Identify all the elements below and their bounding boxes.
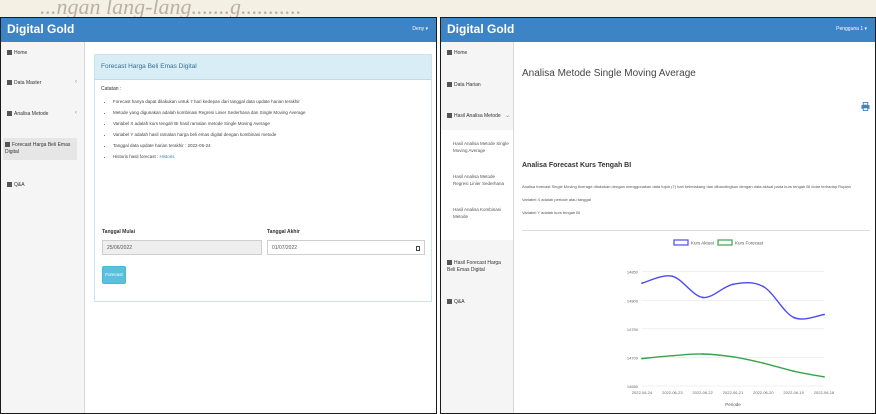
user-menu[interactable]: Deny ▾ (412, 26, 428, 32)
line-chart: 14650 14700 14750 14800 14850 2022-06-24 2022-… (627, 239, 835, 407)
sidebar-item-data-master[interactable]: Data Master (7, 80, 41, 87)
sidebar-item-home[interactable]: Home (447, 50, 467, 57)
legend-label: Kurs Aktual (691, 241, 714, 246)
data-point (732, 283, 734, 286)
list-item: Variabel Y adalah hasil ramalan harga be… (113, 131, 306, 142)
edit-icon (447, 82, 452, 88)
forecast-panel: Forecast Harga Beli Emas Digital Catatan… (94, 54, 432, 302)
y-tick-label: 14750 (627, 327, 639, 332)
panel-title: Forecast Harga Beli Emas Digital (95, 55, 431, 80)
history-link[interactable]: Historis (160, 154, 175, 159)
sidebar-submenu: Hasil Analisa Metode Single Moving Avera… (441, 130, 513, 240)
y-tick-label: 14850 (627, 270, 639, 275)
data-point (671, 354, 674, 357)
file-icon (7, 111, 12, 117)
description-line: Variabel X adalah periode atau tanggal (522, 197, 591, 202)
sidebar-item-hasil-analisa[interactable]: Hasil Analisa Metode (447, 113, 501, 120)
data-point (762, 285, 765, 288)
description-line: Variabel Y adalah kurs tengah BI (522, 210, 581, 215)
list-item: Forecast hanya dapat dilakukan untuk 7 h… (113, 98, 306, 109)
x-tick-label: 2022-06-18 (814, 390, 835, 395)
sidebar-item-forecast[interactable]: Forecast Harga Beli Emas Digital (3, 138, 77, 160)
x-axis-label: Periode (725, 402, 741, 407)
caption-strip: ...ngan lang-lang.......g........... (0, 0, 876, 18)
chevron-left-icon: ‹ (75, 110, 77, 116)
right-screenshot: Digital Gold Pengguna 1 ▾ Home Data Hari… (440, 17, 876, 414)
chevron-left-icon: ‹ (75, 79, 77, 85)
data-point (701, 296, 704, 299)
y-tick-label: 14650 (627, 384, 639, 389)
data-point (823, 375, 825, 378)
app-title[interactable]: Digital Gold (7, 22, 74, 36)
x-tick-label: 2022-06-23 (662, 390, 683, 395)
data-point (641, 357, 643, 360)
list-item: Metode yang digunakan adalah kombinasi R… (113, 109, 306, 120)
sidebar: Home Data Harian Hasil Analisa Metode ⌄ … (441, 42, 514, 413)
legend-label: Kurs Forecast (735, 241, 764, 246)
question-icon (447, 299, 452, 305)
chart-icon (5, 142, 10, 148)
section-title: Analisa Forecast Kurs Tengah BI (522, 162, 632, 169)
calendar-icon (416, 246, 420, 251)
divider (522, 230, 870, 231)
navbar: Digital Gold Pengguna 1 ▾ (441, 18, 875, 42)
x-tick-label: 2022-06-22 (692, 390, 713, 395)
tanggal-akhir-label: Tanggal Akhir (267, 229, 300, 235)
chevron-down-icon: ⌄ (505, 113, 511, 119)
tanggal-mulai-label: Tanggal Mulai (102, 229, 135, 235)
analysis-section: Analisa Forecast Kurs Tengah BI Analisa … (514, 144, 875, 413)
x-tick-label: 2022-06-21 (723, 390, 744, 395)
description-line: Analisa forecast Single Moving Average d… (522, 184, 851, 189)
notes-list: Forecast hanya dapat dilakukan untuk 7 h… (107, 98, 306, 164)
sidebar-subitem-regresi[interactable]: Hasil Analisa Metode Regresi Linier Sede… (453, 173, 509, 187)
home-icon (7, 50, 12, 56)
data-point (641, 282, 643, 285)
sidebar-item-data-harian[interactable]: Data Harian (447, 82, 481, 89)
list-item: Variabel X adalah kurs tengah BI hasil r… (113, 120, 306, 131)
legend-swatch (717, 239, 733, 246)
user-menu[interactable]: Pengguna 1 ▾ (836, 26, 867, 32)
home-icon (447, 50, 452, 56)
sidebar-item-qa[interactable]: Q&A (7, 182, 25, 189)
data-point (762, 362, 765, 365)
sidebar-item-home[interactable]: Home (7, 50, 27, 57)
forecast-button[interactable]: Forecast (102, 266, 126, 284)
legend-swatch (673, 239, 689, 246)
y-tick-label: 14800 (627, 298, 639, 303)
sidebar-item-qa[interactable]: Q&A (447, 299, 465, 306)
data-point (823, 313, 825, 316)
chart-icon (447, 260, 452, 266)
left-screenshot: Digital Gold Deny ▾ Home Data Master ‹ A… (0, 17, 437, 414)
page-title: Analisa Metode Single Moving Average (522, 68, 696, 79)
data-point (732, 355, 734, 358)
data-point (792, 370, 795, 373)
app-title[interactable]: Digital Gold (447, 22, 514, 36)
data-point (671, 275, 674, 278)
sidebar: Home Data Master ‹ Analisa Metode ‹ Fore… (1, 42, 85, 413)
sidebar-item-analisa-metode[interactable]: Analisa Metode (7, 111, 48, 118)
sidebar-subitem-kombinasi[interactable]: Hasil Analisa Kombinasi Metode (453, 206, 509, 220)
question-icon (7, 182, 12, 188)
sidebar-item-hasil-forecast[interactable]: Hasil Forecast Harga Beli Emas Digital (447, 260, 509, 274)
data-point (701, 353, 704, 355)
sidebar-subitem-sma[interactable]: Hasil Analisa Metode Single Moving Avera… (453, 140, 509, 154)
file-icon (7, 80, 12, 86)
navbar: Digital Gold Deny ▾ (1, 18, 436, 42)
tanggal-mulai-input: 25/06/2022 (102, 240, 262, 255)
series-line (641, 275, 825, 320)
file-icon (447, 113, 452, 119)
data-point (792, 316, 795, 319)
x-tick-label: 2022-06-20 (753, 390, 774, 395)
caption-text: ...ngan lang-lang.......g........... (40, 0, 302, 18)
print-icon[interactable] (861, 102, 870, 111)
y-tick-label: 14700 (627, 355, 639, 360)
list-item: Historis hasil forecast : Historis (113, 153, 306, 164)
x-tick-label: 2022-06-24 (632, 390, 653, 395)
tanggal-akhir-input[interactable]: 01/07/2022 (267, 240, 425, 255)
list-item: Tanggal data update harian terakhir : 20… (113, 142, 306, 153)
note-title: Catatan : (101, 86, 122, 92)
x-tick-label: 2022-06-19 (783, 390, 804, 395)
